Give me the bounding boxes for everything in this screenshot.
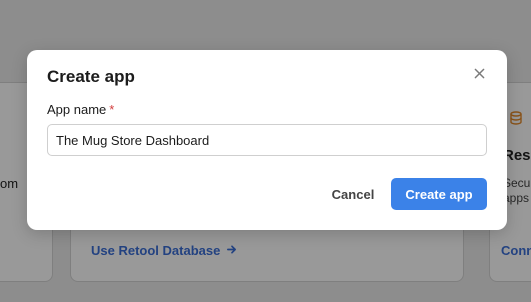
cancel-button[interactable]: Cancel	[321, 178, 385, 210]
app-name-label: App name *	[47, 102, 114, 117]
close-icon	[474, 66, 485, 84]
close-button[interactable]	[470, 66, 488, 84]
create-app-button[interactable]: Create app	[391, 178, 487, 210]
app-name-input[interactable]	[47, 124, 487, 156]
modal-title: Create app	[47, 67, 135, 86]
create-app-modal: Create app App name* Cancel Create app	[27, 50, 507, 230]
required-asterisk: *	[109, 102, 115, 117]
app-name-label-text: App name	[47, 102, 107, 117]
app-stage: om Use Retool Database Reso Secu apps Co…	[0, 0, 531, 302]
